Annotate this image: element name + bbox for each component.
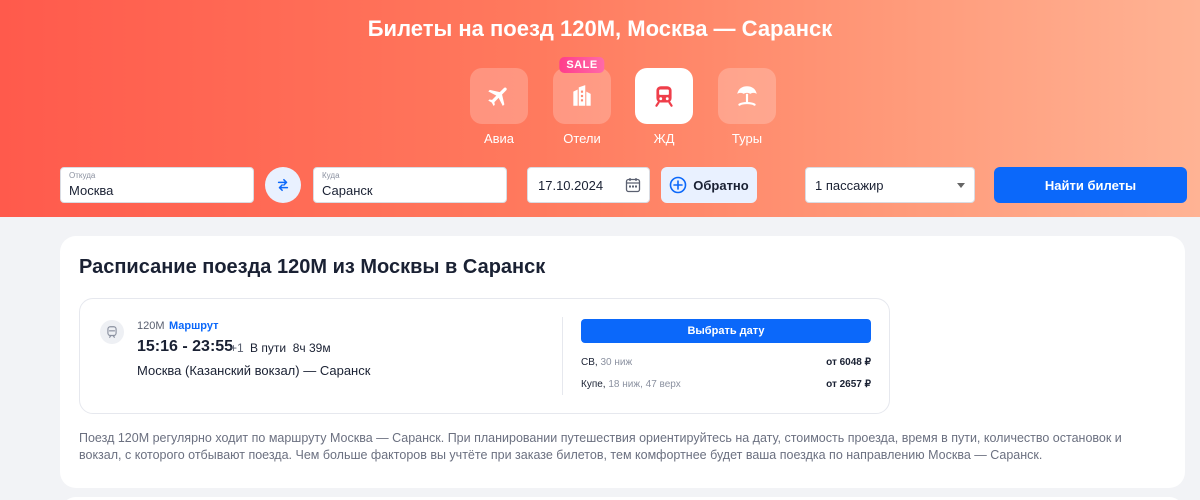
route-link[interactable]: Маршрут (169, 320, 219, 332)
from-field[interactable]: Откуда Москва (60, 167, 254, 203)
choose-date-button[interactable]: Выбрать дату (581, 319, 871, 343)
seat-details: 30 ниж (600, 357, 633, 368)
from-field-label: Откуда (69, 171, 96, 180)
day-offset: +1 (230, 341, 244, 355)
tab-rail-box[interactable] (635, 68, 693, 124)
route-description: Поезд 120М регулярно ходит по маршруту М… (79, 431, 1122, 462)
seat-type: СВ, 30 ниж (581, 357, 632, 368)
hero-header: Билеты на поезд 120М, Москва — Саранск А… (0, 0, 1200, 217)
train-icon (655, 86, 673, 107)
seat-type-name: Купе, (581, 379, 606, 390)
find-tickets-button[interactable]: Найти билеты (994, 167, 1187, 203)
duration-value: 8ч 39м (292, 341, 331, 355)
tab-hotels[interactable]: SALE Отели (553, 57, 611, 146)
divider (562, 317, 563, 395)
seat-type: Купе, 18 ниж, 47 верх (581, 379, 681, 390)
tab-avia-label: Авиа (483, 131, 515, 146)
seat-price: от 6048 ₽ (826, 357, 871, 368)
train-badge (100, 320, 124, 344)
train-stations: Москва (Казанский вокзал) — Саранск (137, 363, 371, 378)
seat-row-kupe: Купе, 18 ниж, 47 верх от 2657 ₽ (581, 379, 871, 393)
tab-rail[interactable]: ЖД (635, 68, 693, 146)
swap-arrows-icon (277, 178, 289, 192)
passengers-select[interactable]: 1 пассажир (805, 167, 975, 203)
tab-tours[interactable]: Туры (718, 68, 776, 146)
passengers-value: 1 пассажир (815, 178, 884, 193)
tab-avia[interactable]: Авиа (470, 68, 528, 146)
calendar-icon[interactable] (625, 177, 641, 193)
to-field-label: Куда (322, 171, 340, 180)
tab-hotels-box[interactable] (553, 68, 611, 124)
plane-icon (488, 87, 507, 106)
schedule-card: Расписание поезда 120М из Москвы в Саран… (60, 236, 1185, 488)
tab-rail-label: ЖД (653, 131, 675, 146)
swap-button[interactable] (265, 167, 301, 203)
from-field-value[interactable]: Москва (69, 183, 113, 198)
duration-label: В пути (250, 341, 287, 355)
to-field[interactable]: Куда Саранск (313, 167, 507, 203)
hotel-icon (573, 85, 591, 106)
train-time: 15:16 - 23:55 (137, 338, 234, 355)
schedule-title: Расписание поезда 120М из Москвы в Саран… (79, 256, 546, 278)
seat-type-name: СВ, (581, 357, 598, 368)
tab-tours-box[interactable] (718, 68, 776, 124)
beach-umbrella-icon (737, 86, 757, 106)
page-title: Билеты на поезд 120М, Москва — Саранск (367, 16, 833, 41)
seat-row-sv: СВ, 30 ниж от 6048 ₽ (581, 357, 871, 371)
trip-duration: В пути 8ч 39м (250, 341, 331, 355)
to-field-value[interactable]: Саранск (322, 183, 373, 198)
train-number: 120М (137, 320, 165, 332)
sale-badge: SALE (559, 57, 605, 73)
plus-circle-icon (669, 176, 687, 194)
chevron-down-icon (957, 183, 965, 188)
date-field-value[interactable]: 17.10.2024 (538, 178, 603, 193)
seat-details: 18 ниж, 47 верх (608, 379, 681, 390)
tab-tours-label: Туры (731, 131, 763, 146)
return-trip-label: Обратно (693, 177, 749, 193)
tab-hotels-label: Отели (563, 131, 601, 146)
tab-avia-box[interactable] (470, 68, 528, 124)
return-trip-button[interactable]: Обратно (661, 167, 757, 203)
date-field[interactable]: 17.10.2024 (527, 167, 650, 203)
train-icon (107, 326, 117, 338)
seat-price: от 2657 ₽ (826, 379, 871, 390)
train-card: 120М Маршрут 15:16 - 23:55 +1 В пути 8ч … (79, 298, 890, 414)
